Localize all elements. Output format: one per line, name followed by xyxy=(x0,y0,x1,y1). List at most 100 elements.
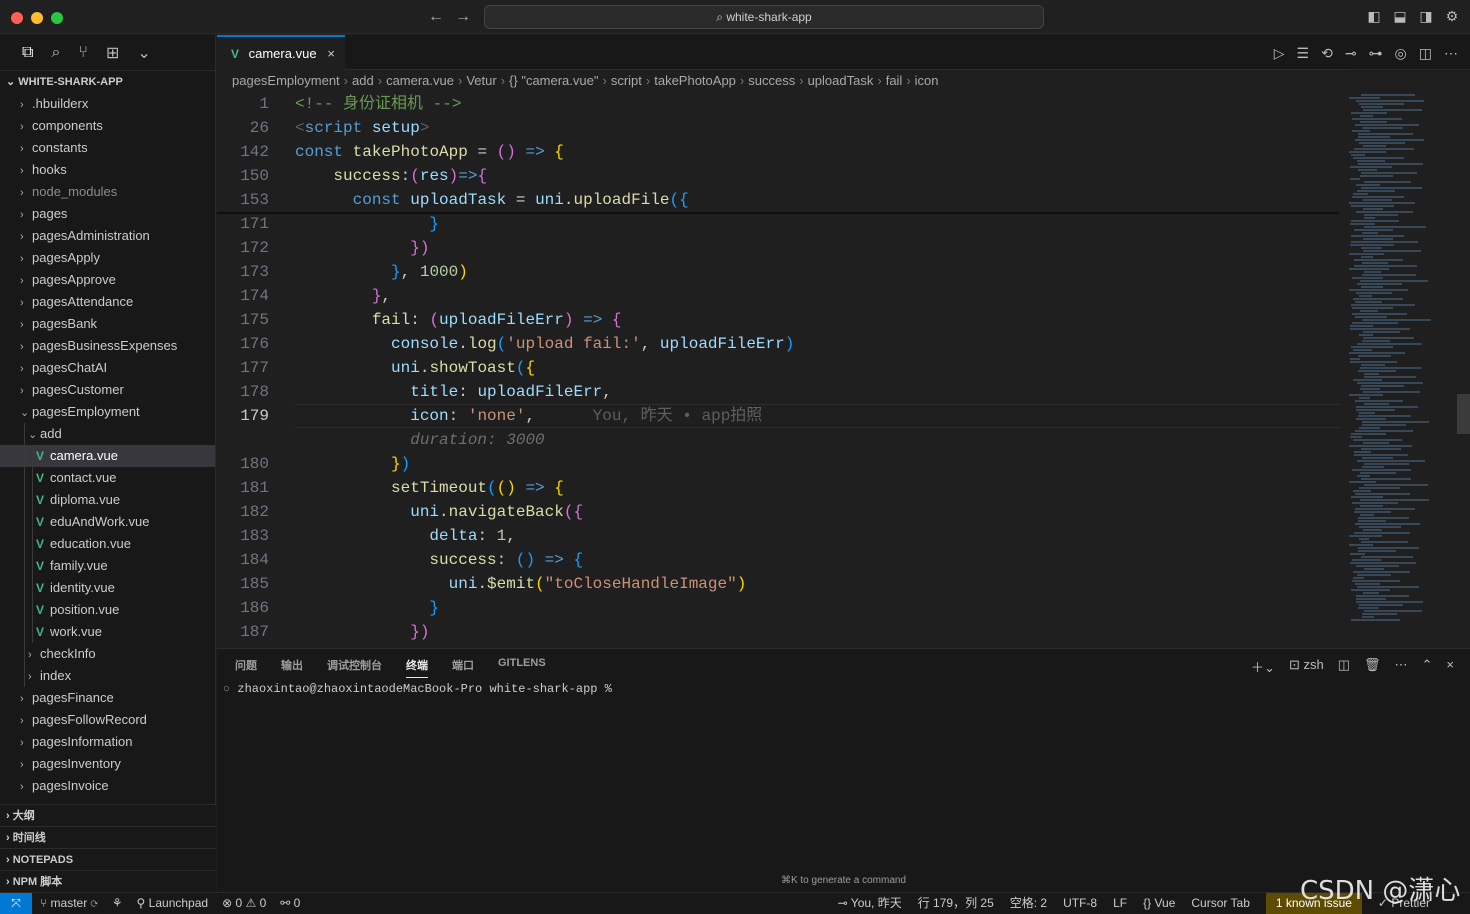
code-line[interactable]: 176 console.log('upload fail:', uploadFi… xyxy=(217,332,1347,356)
run-icon[interactable]: ▷ xyxy=(1274,45,1285,62)
tab-camera-vue[interactable]: V camera.vue × xyxy=(217,35,345,70)
terminal-output[interactable]: ○ zhaoxintao@zhaoxintaodeMacBook-Pro whi… xyxy=(223,682,612,696)
blame-status[interactable]: ⊸ You, 昨天 xyxy=(838,893,902,914)
code-line[interactable]: 173 }, 1000) xyxy=(217,260,1347,284)
launchpad-status[interactable]: ⚲ Launchpad xyxy=(137,893,209,914)
file-tree-item[interactable]: ⌄ add xyxy=(0,423,215,445)
file-tree-item[interactable]: › pagesAdministration xyxy=(0,225,215,247)
code-line[interactable]: 185 uni.$emit("toCloseHandleImage") xyxy=(217,572,1347,596)
remote-icon[interactable]: ⤧ xyxy=(0,893,32,914)
breadcrumb-item[interactable]: camera.vue xyxy=(386,73,454,88)
code-line[interactable]: 175 fail: (uploadFileErr) => { xyxy=(217,308,1347,332)
file-tree-item[interactable]: Vcontact.vue xyxy=(0,467,215,489)
code-line[interactable]: 178 title: uploadFileErr, xyxy=(217,380,1347,404)
close-window-button[interactable] xyxy=(11,12,23,24)
breadcrumb-item[interactable]: success xyxy=(748,73,795,88)
minimize-window-button[interactable] xyxy=(31,12,43,24)
code-line[interactable]: 172 }) xyxy=(217,236,1347,260)
git-compare-icon[interactable]: ⟲ xyxy=(1321,45,1333,62)
code-line[interactable]: 187 }) xyxy=(217,620,1347,644)
maximize-window-button[interactable] xyxy=(51,12,63,24)
more-actions-icon[interactable]: ⋯ xyxy=(1444,45,1458,62)
chevron-down-icon[interactable]: ⌄ xyxy=(137,43,150,63)
file-tree-item[interactable]: › pagesChatAI xyxy=(0,357,215,379)
branch-status[interactable]: ⑂ master ⟳ xyxy=(40,893,98,914)
file-tree-item[interactable]: › pagesAttendance xyxy=(0,291,215,313)
section-npm-scripts[interactable]: › NPM 脚本 xyxy=(0,870,216,892)
panel-tab[interactable]: 调试控制台 xyxy=(327,657,382,678)
language-mode[interactable]: {} Vue xyxy=(1143,893,1175,914)
split-terminal-icon[interactable]: ◫ xyxy=(1338,657,1350,676)
code-line[interactable]: 177 uni.showToast({ xyxy=(217,356,1347,380)
file-tree-item[interactable]: › pagesCustomer xyxy=(0,379,215,401)
file-tree-item[interactable]: › pagesFinance xyxy=(0,687,215,709)
toggle-panel-icon[interactable]: ⬓ xyxy=(1392,8,1408,24)
file-tree-item[interactable]: › pagesApply xyxy=(0,247,215,269)
git-open-changes-icon[interactable]: ⊶ xyxy=(1369,45,1383,62)
code-line[interactable]: 171 } xyxy=(217,212,1347,236)
code-line[interactable]: 153 const uploadTask = uni.uploadFile({ xyxy=(217,188,1347,212)
close-panel-icon[interactable]: × xyxy=(1446,657,1454,676)
maximize-panel-icon[interactable]: ⌃ xyxy=(1422,657,1433,676)
panel-tab[interactable]: 终端 xyxy=(406,657,428,678)
code-line[interactable]: 181 setTimeout(() => { xyxy=(217,476,1347,500)
settings-gear-icon[interactable]: ⚙ xyxy=(1444,8,1460,24)
indentation[interactable]: 空格: 2 xyxy=(1010,893,1047,914)
section-timeline[interactable]: › 时间线 xyxy=(0,826,216,848)
file-tree-item[interactable]: › hooks xyxy=(0,159,215,181)
code-line[interactable]: 180 }) xyxy=(217,452,1347,476)
code-line[interactable]: 142 const takePhotoApp = () => { xyxy=(217,140,1347,164)
file-tree-item[interactable]: Vcamera.vue xyxy=(0,445,215,467)
file-tree-item[interactable]: › pagesApprove xyxy=(0,269,215,291)
file-tree-item[interactable]: Vposition.vue xyxy=(0,599,215,621)
encoding[interactable]: UTF-8 xyxy=(1063,893,1097,914)
breadcrumb-item[interactable]: script xyxy=(611,73,642,88)
breadcrumb-item[interactable]: icon xyxy=(915,73,939,88)
code-line[interactable]: 179 icon: 'none', You, 昨天 • app拍照 xyxy=(217,404,1347,428)
file-tree-item[interactable]: › pagesFollowRecord xyxy=(0,709,215,731)
split-editor-icon[interactable]: ◫ xyxy=(1419,45,1432,62)
file-tree-item[interactable]: › pagesBusinessExpenses xyxy=(0,335,215,357)
git-graph-icon[interactable]: ◎ xyxy=(1395,45,1407,62)
file-tree-item[interactable]: ⌄ pagesEmployment xyxy=(0,401,215,423)
code-line[interactable]: 26 <script setup> xyxy=(217,116,1347,140)
search-icon[interactable]: ⌕ xyxy=(51,44,60,62)
file-tree-item[interactable]: Vfamily.vue xyxy=(0,555,215,577)
file-tree-item[interactable]: › index xyxy=(0,665,215,687)
code-line[interactable]: duration: 3000 xyxy=(217,428,1347,452)
command-center-search[interactable]: ⌕ white-shark-app xyxy=(484,5,1044,29)
editor-scrollbar-thumb[interactable] xyxy=(1457,394,1470,434)
code-line[interactable]: 174 }, xyxy=(217,284,1347,308)
close-icon[interactable]: × xyxy=(327,37,335,70)
file-tree-item[interactable]: › pagesInvoice xyxy=(0,775,215,797)
source-control-icon[interactable]: ⑂ xyxy=(78,44,88,62)
back-arrow-icon[interactable]: ← xyxy=(428,8,444,26)
explorer-icon[interactable]: ⧉ xyxy=(22,44,33,62)
file-tree-item[interactable]: › .hbuilderx xyxy=(0,93,215,115)
code-editor[interactable]: 1 <!-- 身份证相机 --> 26 <script setup> 142 const … xyxy=(217,92,1347,648)
breadcrumb-item[interactable]: pagesEmployment xyxy=(232,73,340,88)
cursor-position[interactable]: 行 179，列 25 xyxy=(918,893,994,914)
code-line[interactable]: 1 <!-- 身份证相机 --> xyxy=(217,92,1347,116)
panel-tab[interactable]: 问题 xyxy=(235,657,257,678)
breadcrumb-item[interactable]: fail xyxy=(886,73,903,88)
breadcrumb-item[interactable]: Vetur xyxy=(466,73,496,88)
forward-arrow-icon[interactable]: → xyxy=(455,8,471,26)
breadcrumb-item[interactable]: uploadTask xyxy=(808,73,874,88)
file-tree-item[interactable]: › pagesInformation xyxy=(0,731,215,753)
file-tree-item[interactable]: › node_modules xyxy=(0,181,215,203)
panel-tab[interactable]: GITLENS xyxy=(498,657,546,678)
terminal-shell[interactable]: ⊡ zsh xyxy=(1289,657,1324,676)
breadcrumb-item[interactable]: takePhotoApp xyxy=(654,73,736,88)
file-tree-item[interactable]: › constants xyxy=(0,137,215,159)
code-line[interactable]: 184 success: () => { xyxy=(217,548,1347,572)
file-tree-item[interactable]: › pages xyxy=(0,203,215,225)
line-ending[interactable]: LF xyxy=(1113,893,1127,914)
section-notepads[interactable]: › NOTEPADS xyxy=(0,848,216,870)
list-icon[interactable]: ☰ xyxy=(1297,45,1310,62)
toggle-sidebar-icon[interactable]: ◧ xyxy=(1366,8,1382,24)
file-tree-item[interactable]: › pagesBank xyxy=(0,313,215,335)
file-tree-item[interactable]: › checkInfo xyxy=(0,643,215,665)
extensions-icon[interactable]: ⊞ xyxy=(106,43,119,63)
panel-tab[interactable]: 端口 xyxy=(452,657,474,678)
